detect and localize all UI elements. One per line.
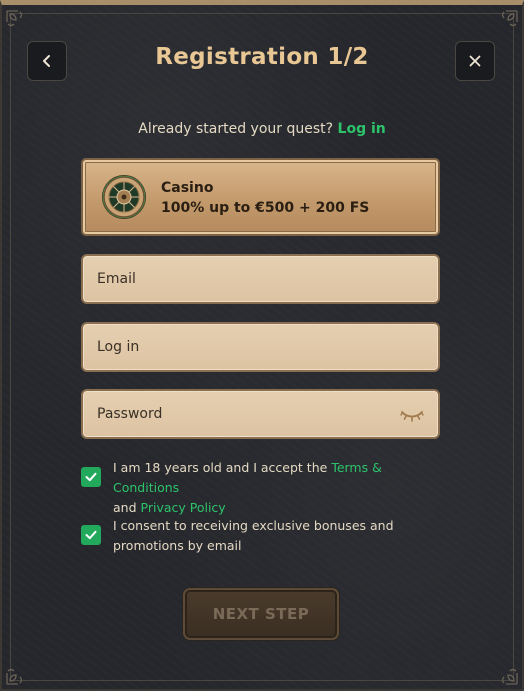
terms-checkbox[interactable]	[81, 467, 101, 487]
terms-text-before: I am 18 years old and I accept the	[113, 460, 328, 475]
terms-text-middle: and	[113, 500, 137, 515]
close-icon	[469, 55, 481, 67]
marketing-checkbox[interactable]	[81, 525, 101, 545]
email-field-wrapper	[81, 254, 440, 304]
page-title: Registration 1/2	[155, 44, 369, 70]
email-field[interactable]	[83, 256, 438, 302]
login-field-wrapper	[81, 322, 440, 372]
bonus-name: Casino	[161, 180, 214, 196]
corner-ornament-icon	[4, 657, 34, 687]
login-link[interactable]: Log in	[338, 121, 386, 137]
marketing-consent-text: I consent to receiving exclusive bonuses…	[113, 518, 394, 553]
corner-ornament-icon	[4, 8, 34, 38]
checkmark-icon	[85, 530, 97, 540]
password-field-wrapper	[81, 389, 440, 439]
password-field[interactable]	[83, 391, 438, 437]
corner-ornament-icon	[490, 8, 520, 38]
corner-ornament-icon	[490, 657, 520, 687]
roulette-wheel-icon	[101, 174, 147, 220]
login-prompt: Already started your quest? Log in	[0, 121, 524, 137]
eye-closed-icon[interactable]	[400, 407, 424, 423]
close-button[interactable]	[455, 41, 495, 81]
next-step-button[interactable]: NEXT STEP	[183, 588, 339, 640]
privacy-policy-link[interactable]: Privacy Policy	[141, 500, 226, 515]
terms-consent-text: I am 18 years old and I accept the Terms…	[113, 458, 443, 518]
bonus-description: 100% up to €500 + 200 FS	[161, 200, 370, 216]
login-prompt-text: Already started your quest?	[138, 121, 334, 137]
checkmark-icon	[85, 472, 97, 482]
registration-modal: Registration 1/2 Already started your qu…	[0, 0, 524, 691]
login-field[interactable]	[83, 324, 438, 370]
bonus-card[interactable]: Casino 100% up to €500 + 200 FS	[81, 158, 440, 236]
